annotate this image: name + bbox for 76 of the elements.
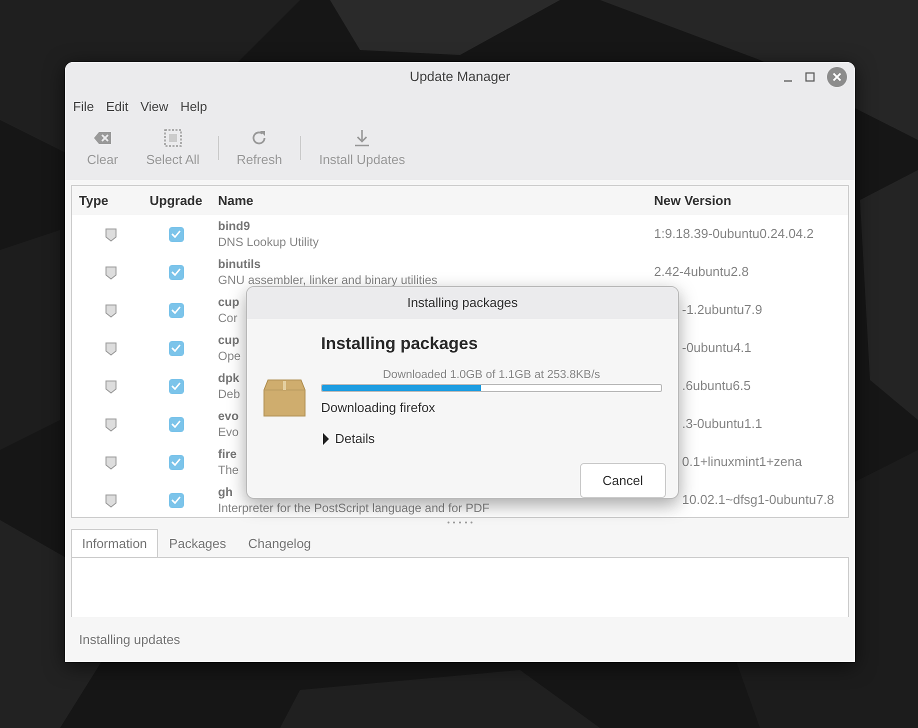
close-icon[interactable] (827, 67, 847, 87)
checkmark-icon (171, 306, 181, 314)
package-name: fire (218, 446, 237, 462)
package-description: Ope (218, 348, 241, 364)
version-text: .6ubuntu6.5 (681, 377, 751, 396)
checkbox[interactable] (168, 226, 184, 242)
checkbox[interactable] (168, 378, 184, 394)
checkbox[interactable] (168, 302, 184, 318)
progress-status: Downloading firefox (321, 398, 436, 417)
version-text: 10.02.1~dfsg1-0ubuntu7.8 (681, 491, 834, 510)
cancel-button[interactable]: Cancel (580, 462, 666, 498)
package-name: dpk (218, 370, 240, 386)
checkbox[interactable] (168, 264, 184, 280)
package-name: bind9 (218, 218, 250, 234)
package-name: gh (218, 484, 233, 500)
menu-item[interactable]: Edit (100, 95, 134, 119)
column-header[interactable]: Upgrade (134, 190, 218, 210)
package-description: GNU assembler, linker and binary utilities (218, 272, 438, 288)
refresh-icon (250, 129, 268, 147)
progress-text: Downloaded 1.0GB of 1.1GB at 253.8KB/s (382, 368, 602, 382)
package-description: Cor (218, 310, 238, 326)
tab[interactable]: Information (71, 528, 158, 558)
dialog-title: Installing packages (407, 294, 518, 312)
package-description: The (218, 462, 239, 478)
tab[interactable]: Packages (158, 528, 238, 558)
column-header[interactable]: Type (72, 190, 134, 210)
checkmark-icon (171, 496, 181, 504)
download-icon (354, 129, 370, 147)
checkbox[interactable] (168, 340, 184, 356)
column-header[interactable]: New Version (654, 190, 848, 210)
backspace-icon (94, 131, 112, 145)
version-text: 2.42-4ubuntu2.8 (654, 264, 749, 280)
version-text: -1.2ubuntu7.9 (681, 301, 762, 320)
package-description: Evo (218, 424, 239, 440)
select-all-icon (164, 129, 182, 147)
checkbox[interactable] (168, 492, 184, 508)
shield-icon (105, 342, 117, 356)
shield-icon (105, 456, 117, 470)
checkmark-icon (171, 344, 181, 352)
expander-arrow-icon (321, 433, 330, 445)
checkmark-icon (171, 420, 181, 428)
shield-icon (105, 494, 117, 508)
version-text: 0.1+linuxmint1+zena (681, 453, 802, 472)
version-text: -0ubuntu4.1 (681, 339, 752, 358)
status-text: Installing updates (78, 630, 182, 649)
package-icon (263, 379, 306, 417)
package-description: Interpreter for the PostScript language and for PDF (218, 500, 490, 516)
menu-item[interactable]: Help (175, 95, 212, 119)
shield-icon (105, 228, 117, 242)
maximize-icon[interactable] (805, 72, 815, 82)
column-header[interactable]: Name (218, 190, 654, 210)
package-name: evo (218, 408, 239, 424)
menu-item[interactable]: File (68, 95, 99, 119)
tab[interactable]: Changelog (237, 528, 322, 558)
package-description: DNS Lookup Utility (218, 234, 319, 250)
window-title: Update Manager (410, 68, 510, 86)
shield-icon (105, 266, 117, 280)
checkmark-icon (171, 382, 181, 390)
dialog-heading: Installing packages (321, 333, 479, 355)
checkmark-icon (171, 458, 181, 466)
checkbox[interactable] (168, 416, 184, 432)
package-description: Deb (218, 386, 240, 402)
details-expander[interactable]: Details (321, 429, 375, 449)
shield-icon (105, 380, 117, 394)
version-text: 1:9.18.39-0ubuntu0.24.04.2 (654, 226, 814, 242)
checkbox[interactable] (168, 454, 184, 470)
package-name: cup (218, 332, 240, 348)
checkmark-icon (171, 268, 181, 276)
pane-handle[interactable] (447, 521, 473, 524)
package-name: binutils (218, 256, 261, 272)
checkmark-icon (171, 230, 181, 238)
package-name: cup (218, 294, 240, 310)
menu-item[interactable]: View (135, 95, 174, 119)
shield-icon (105, 418, 117, 432)
shield-icon (105, 304, 117, 318)
version-text: .3-0ubuntu1.1 (681, 415, 762, 434)
